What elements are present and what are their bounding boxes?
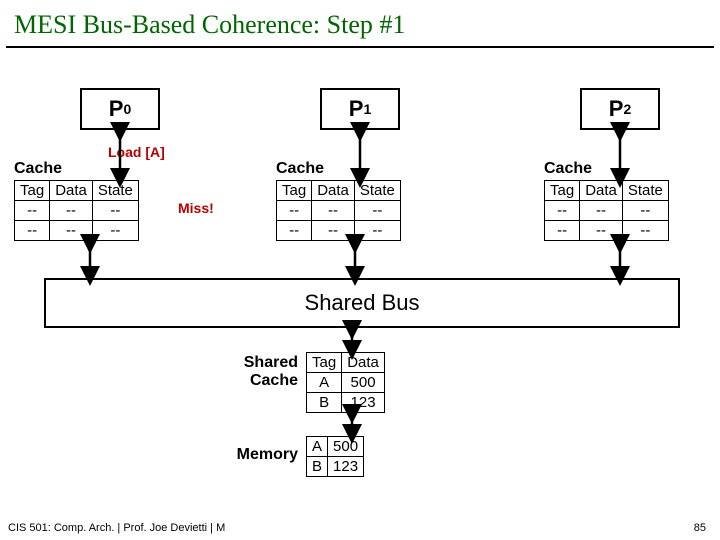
shared-cache-label: SharedCache bbox=[218, 354, 298, 390]
load-annotation: Load [A] bbox=[108, 144, 165, 160]
cache-table-0: TagDataState ------ ------ bbox=[14, 180, 139, 241]
memory-label: Memory bbox=[214, 446, 298, 464]
cache-label-1: Cache bbox=[276, 160, 324, 178]
miss-annotation: Miss! bbox=[178, 200, 214, 216]
processor-p0: P0 bbox=[80, 88, 160, 130]
cache-table-2: TagDataState ------ ------ bbox=[544, 180, 669, 241]
footer-course: CIS 501: Comp. Arch. | Prof. Joe Deviett… bbox=[8, 522, 225, 534]
processor-p2: P2 bbox=[580, 88, 660, 130]
processor-p1: P1 bbox=[320, 88, 400, 130]
cache-label-2: Cache bbox=[544, 160, 592, 178]
shared-cache-table: TagData A500 B123 bbox=[306, 352, 385, 413]
footer-pagenum: 85 bbox=[694, 522, 706, 534]
page-title: MESI Bus-Based Coherence: Step #1 bbox=[6, 0, 714, 48]
cache-table-1: TagDataState ------ ------ bbox=[276, 180, 401, 241]
diagram-stage: P0 P1 P2 Load [A] Miss! Cache Cache Cach… bbox=[0, 48, 720, 508]
memory-table: A500 B123 bbox=[306, 436, 364, 477]
shared-bus: Shared Bus bbox=[44, 278, 680, 328]
cache-label-0: Cache bbox=[14, 160, 62, 178]
